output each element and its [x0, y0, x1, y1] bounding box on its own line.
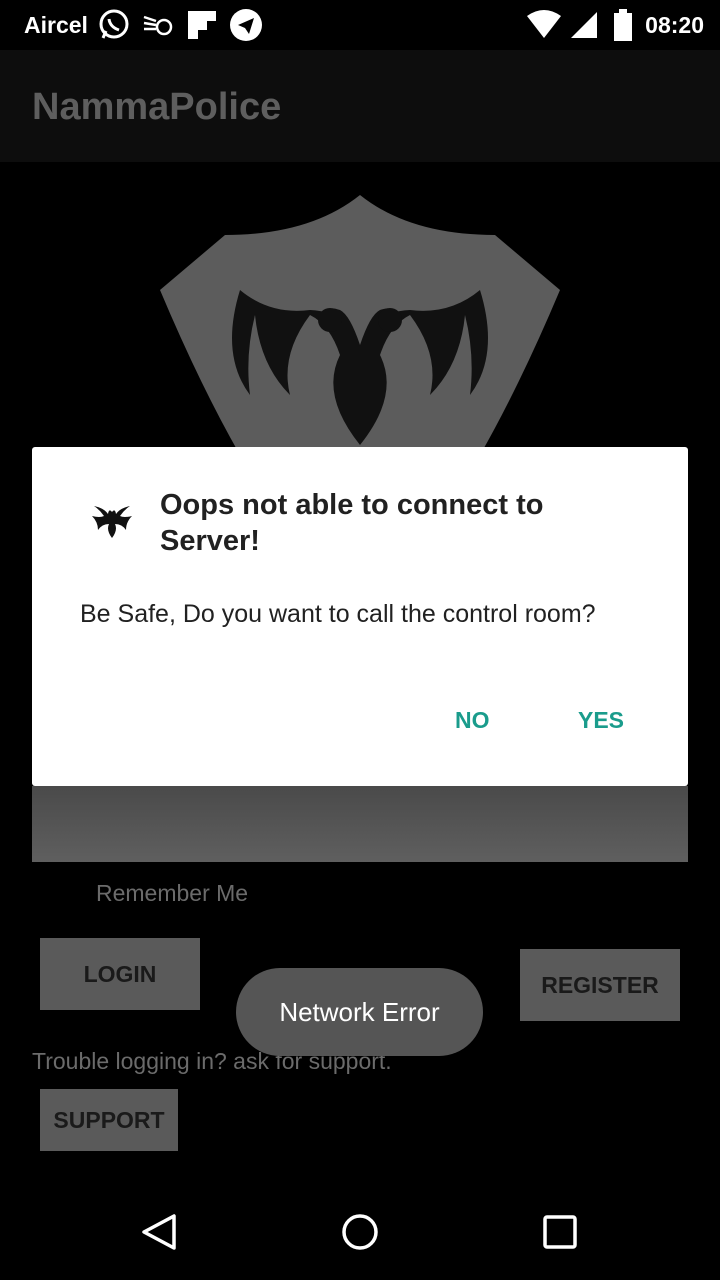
- status-left: Aircel: [24, 0, 272, 50]
- back-icon[interactable]: [140, 1212, 180, 1252]
- remember-me-label[interactable]: Remember Me: [96, 880, 248, 907]
- telegram-icon: [229, 9, 262, 41]
- home-icon[interactable]: [340, 1212, 380, 1252]
- eagle-icon: [92, 506, 132, 538]
- dialog-message: Be Safe, Do you want to call the control…: [80, 600, 596, 628]
- status-bar: Aircel 08:20: [0, 0, 720, 50]
- flipboard-icon: [187, 11, 216, 39]
- screen: Aircel 08:20 NammaPolice Remember Me LOG…: [0, 0, 720, 1280]
- support-button[interactable]: SUPPORT: [40, 1089, 178, 1151]
- battery-icon: [614, 9, 633, 41]
- notification-icon: [143, 15, 173, 36]
- dialog-title: Oops not able to connect to Server!: [160, 489, 544, 557]
- status-right: 08:20: [527, 0, 704, 50]
- recents-icon[interactable]: [540, 1212, 580, 1252]
- network-error-toast: Network Error: [236, 968, 483, 1056]
- carrier-label: Aircel: [24, 11, 88, 38]
- wifi-icon: [527, 10, 562, 38]
- yes-button[interactable]: YES: [578, 707, 624, 734]
- register-button[interactable]: REGISTER: [520, 949, 680, 1021]
- connection-error-dialog: Oops not able to connect to Server! Be S…: [32, 447, 688, 786]
- app-bar: NammaPolice: [0, 50, 720, 162]
- no-button[interactable]: NO: [455, 707, 490, 734]
- whatsapp-icon: [99, 9, 129, 39]
- app-title: NammaPolice: [32, 86, 282, 128]
- signal-icon: [571, 12, 598, 38]
- clock: 08:20: [645, 11, 704, 38]
- password-field-panel[interactable]: [32, 786, 688, 862]
- navigation-bar: [0, 1184, 720, 1280]
- login-button[interactable]: LOGIN: [40, 938, 200, 1010]
- shield-logo: [160, 195, 560, 455]
